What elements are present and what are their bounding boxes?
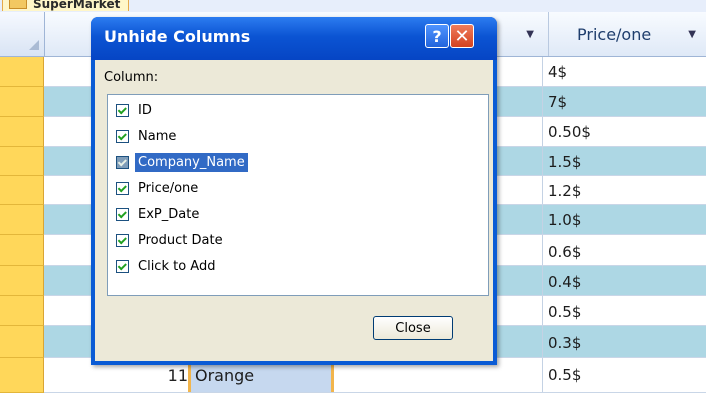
- column-divider: [542, 87, 543, 116]
- column-divider: [542, 147, 543, 175]
- row-selector[interactable]: [0, 205, 44, 235]
- column-item-label: Product Date: [138, 232, 223, 248]
- column-item-click-to-add[interactable]: Click to Add: [116, 255, 218, 277]
- checkbox[interactable]: [116, 103, 129, 117]
- column-divider: [542, 117, 543, 146]
- price-cell[interactable]: 1.2$: [548, 182, 581, 200]
- row-selector[interactable]: [0, 117, 44, 147]
- row-selector[interactable]: [0, 296, 44, 326]
- checkbox[interactable]: [116, 259, 129, 273]
- id-cell[interactable]: 11: [140, 366, 188, 385]
- help-button[interactable]: ?: [425, 24, 449, 48]
- select-all-button[interactable]: [0, 12, 45, 56]
- close-x-button[interactable]: ✕: [450, 24, 474, 48]
- price-cell[interactable]: 0.3$: [548, 334, 581, 352]
- price-cell[interactable]: 0.50$: [548, 123, 591, 141]
- column-item-label: ID: [138, 102, 152, 118]
- unhide-columns-dialog: Unhide Columns ? ✕ Column: ID Name Compa…: [91, 17, 497, 365]
- column-item-label: ExP_Date: [138, 206, 200, 222]
- checkbox[interactable]: [116, 207, 129, 221]
- row-selector[interactable]: [0, 326, 44, 358]
- price-cell[interactable]: 7$: [548, 93, 567, 111]
- column-header-price-label: Price/one: [577, 24, 652, 44]
- checkbox[interactable]: [116, 155, 129, 169]
- row-selector[interactable]: [0, 235, 44, 266]
- column-label: Column:: [104, 70, 159, 85]
- price-cell[interactable]: 0.5$: [548, 366, 581, 384]
- price-cell[interactable]: 1.5$: [548, 153, 581, 171]
- table-icon: [9, 0, 27, 9]
- document-tab-label: SuperMarket: [33, 0, 121, 11]
- dialog-title-bar[interactable]: Unhide Columns ? ✕: [91, 17, 497, 60]
- close-button[interactable]: Close: [373, 316, 453, 340]
- dialog-title: Unhide Columns: [104, 27, 251, 46]
- column-item-product-date[interactable]: Product Date: [116, 229, 226, 251]
- row-selector[interactable]: [0, 147, 44, 176]
- price-cell[interactable]: 0.4$: [548, 273, 581, 291]
- price-cell[interactable]: 4$: [548, 63, 567, 81]
- row-selector[interactable]: [0, 266, 44, 296]
- row-selector[interactable]: [0, 57, 44, 87]
- column-item-exp-date[interactable]: ExP_Date: [116, 203, 202, 225]
- price-cell[interactable]: 1.0$: [548, 211, 581, 229]
- price-cell[interactable]: 0.5$: [548, 303, 581, 321]
- column-item-label: Name: [138, 128, 177, 144]
- row-selector[interactable]: [0, 87, 44, 117]
- help-icon: ?: [432, 26, 442, 46]
- column-item-company-name[interactable]: Company_Name: [116, 151, 248, 173]
- column-item-name[interactable]: Name: [116, 125, 179, 147]
- column-divider: [542, 57, 543, 86]
- column-item-label: Company_Name: [135, 152, 248, 172]
- column-divider: [542, 358, 543, 392]
- column-item-price-one[interactable]: Price/one: [116, 177, 201, 199]
- column-item-label: Click to Add: [138, 258, 216, 274]
- column-divider: [542, 296, 543, 325]
- column-divider: [542, 235, 543, 265]
- chevron-down-icon[interactable]: ▼: [526, 29, 534, 40]
- document-tab-supermarket[interactable]: SuperMarket: [2, 0, 130, 11]
- price-cell[interactable]: 0.6$: [548, 243, 581, 261]
- checkbox[interactable]: [116, 233, 129, 247]
- row-selector[interactable]: [0, 176, 44, 205]
- chevron-down-icon[interactable]: ▼: [688, 29, 696, 40]
- checkbox[interactable]: [116, 181, 129, 195]
- column-list[interactable]: ID Name Company_Name Price/one ExP_Date …: [107, 94, 489, 296]
- column-item-label: Price/one: [138, 180, 199, 196]
- column-divider: [542, 326, 543, 357]
- close-icon: ✕: [454, 25, 470, 47]
- column-header-price[interactable]: Price/one ▼: [548, 12, 706, 56]
- dialog-body: Column: ID Name Company_Name Price/one E…: [95, 60, 493, 361]
- column-divider: [542, 205, 543, 234]
- checkbox[interactable]: [116, 129, 129, 143]
- column-divider: [542, 266, 543, 295]
- column-divider: [542, 176, 543, 204]
- column-item-id[interactable]: ID: [116, 99, 155, 121]
- row-selector[interactable]: [0, 358, 44, 393]
